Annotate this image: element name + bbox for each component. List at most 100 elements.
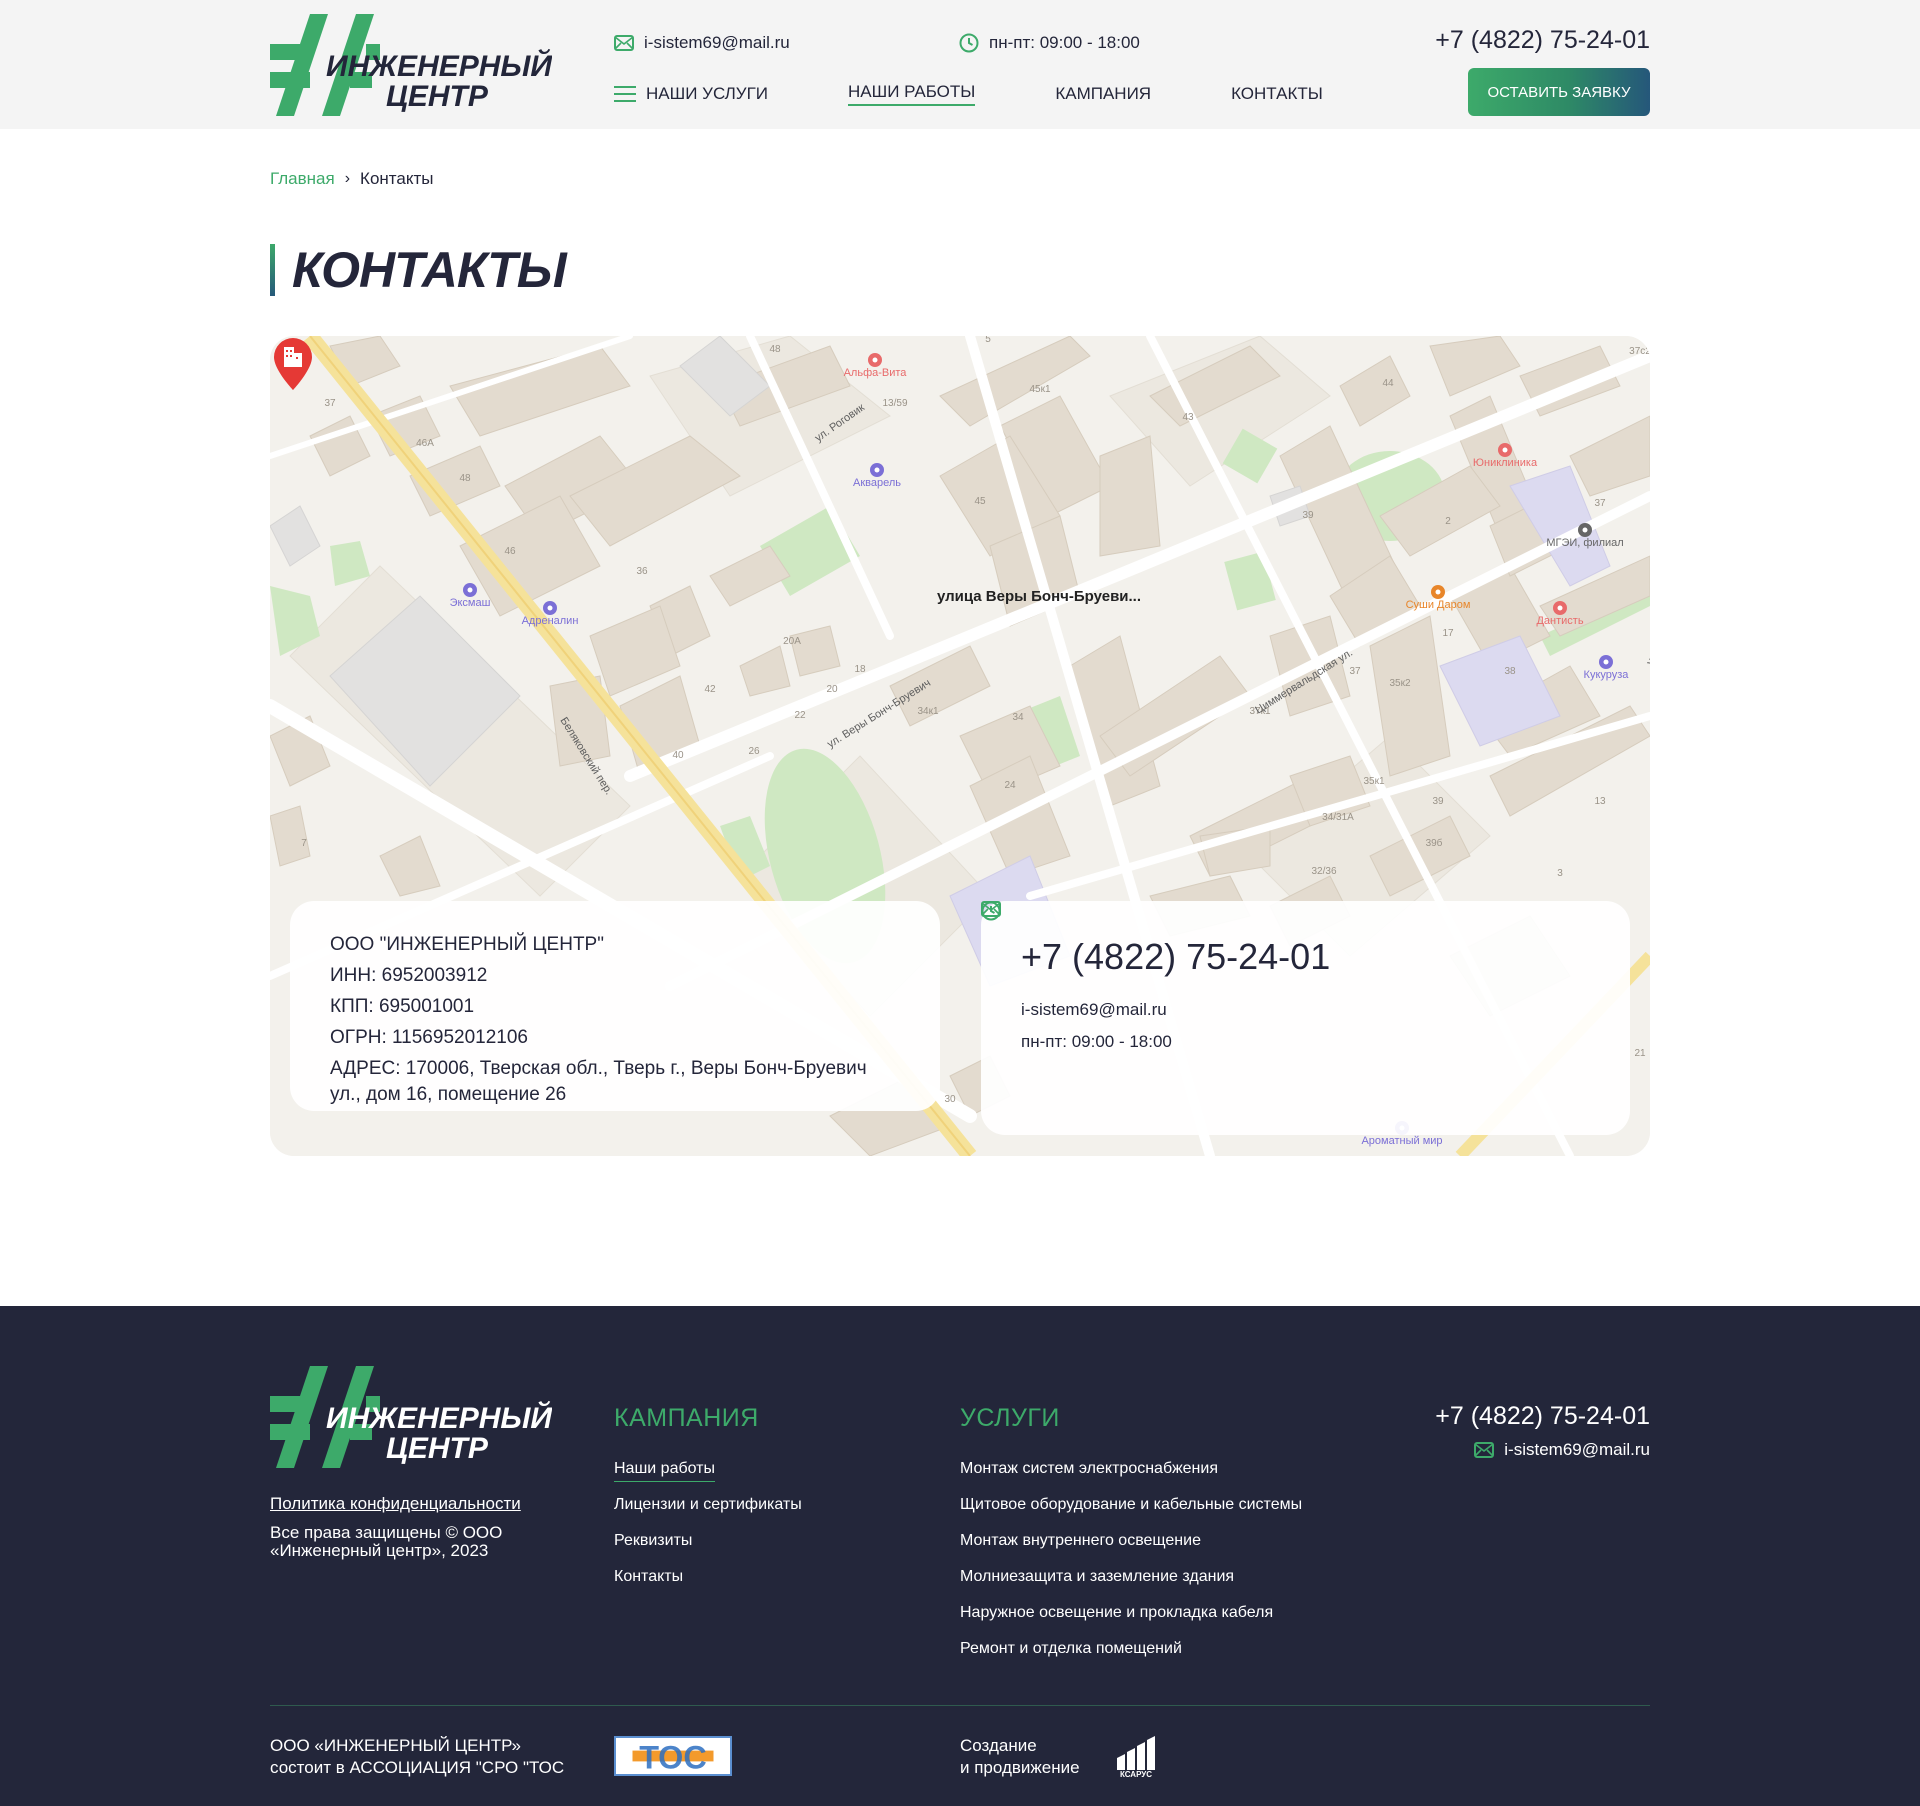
map-house-number: 34 (1012, 712, 1024, 723)
header-hours-text: пн-пт: 09:00 - 18:00 (989, 33, 1140, 52)
breadcrumb-current: Контакты (360, 169, 434, 188)
map-house-number: 13 (1594, 796, 1606, 807)
map-house-number: 37 (1594, 498, 1606, 509)
footer-link-requisites[interactable]: Реквизиты (614, 1532, 692, 1550)
map-house-number: 45 (974, 496, 986, 507)
site-header: ИНЖЕНЕРНЫЙ ЦЕНТР i-sistem69@mail.ru пн-п… (0, 0, 1920, 129)
map-house-number: 39 (1302, 510, 1314, 521)
contacts-phone[interactable]: +7 (4822) 75-24-01 (1021, 936, 1590, 978)
map-house-number: 46А (416, 438, 434, 449)
nav-contacts[interactable]: КОНТАКТЫ (1231, 84, 1323, 104)
requisites-address: АДРЕС: 170006, Тверская обл., Тверь г., … (330, 1058, 867, 1105)
footer-company-title: КАМПАНИЯ (614, 1404, 759, 1432)
contacts-card: +7 (4822) 75-24-01 i-sistem69@mail.ru пн… (981, 901, 1630, 1135)
map-pin-icon[interactable] (270, 336, 316, 392)
chevron-right-icon: › (344, 170, 351, 187)
map[interactable]: 48 37 46А 48 46 36 13/59 5 45к1 43 45 44 37с2 2 39 37 20… (270, 336, 1650, 1156)
map-house-number: 20 (826, 684, 838, 695)
clock-icon (981, 901, 1001, 921)
map-house-number: 13/59 (882, 398, 907, 409)
breadcrumb: Главная › Контакты (270, 169, 433, 189)
sro-line2: состоит в АССОЦИАЦИЯ "СРО "ТОС (270, 1758, 565, 1777)
footer-email[interactable]: i-sistem69@mail.ru (1474, 1440, 1650, 1460)
privacy-policy-link[interactable]: Политика конфиденциальности (270, 1494, 521, 1514)
footer-service-indoor-lighting[interactable]: Монтаж внутреннего освещение (960, 1532, 1201, 1550)
map-house-number: 39б (1426, 837, 1443, 849)
footer-divider (270, 1705, 1650, 1706)
dev-line2: и продвижение (960, 1758, 1080, 1777)
sro-line1: ООО «ИНЖЕНЕРНЫЙ ЦЕНТР» (270, 1736, 522, 1755)
map-house-number: 7 (301, 838, 307, 849)
footer-service-outdoor-lighting[interactable]: Наружное освещение и прокладка кабеля (960, 1604, 1273, 1622)
ksarus-logo[interactable]: КСАРУС (1113, 1736, 1159, 1778)
tos-logo-text: ТОС (639, 1740, 707, 1776)
map-house-number: 37с2 (1629, 346, 1650, 357)
header-hours: пн-пт: 09:00 - 18:00 (959, 33, 1140, 53)
site-logo[interactable]: ИНЖЕНЕРНЫЙ ЦЕНТР (270, 14, 552, 116)
footer-service-lightning-protection[interactable]: Молниезащита и заземление здания (960, 1568, 1234, 1586)
map-place-label: Дантисть (1536, 615, 1583, 627)
clock-icon (959, 33, 979, 53)
map-house-number: 48 (459, 473, 471, 484)
map-house-number: 46 (504, 546, 516, 557)
footer-logo-text-line2: ЦЕНТР (386, 1432, 489, 1465)
map-house-number: 48 (769, 344, 781, 355)
logo-text-line2: ЦЕНТР (386, 80, 489, 113)
nav-company[interactable]: КАМПАНИЯ (1055, 84, 1151, 104)
footer-service-repair[interactable]: Ремонт и отделка помещений (960, 1640, 1182, 1658)
map-place-label: Адреналин (522, 615, 579, 627)
map-house-number: 24 (1004, 780, 1016, 791)
map-house-number: 45к1 (1029, 384, 1050, 395)
site-footer: ИНЖЕНЕРНЫЙ ЦЕНТР Политика конфиденциальн… (0, 1306, 1920, 1806)
header-email-text: i-sistem69@mail.ru (644, 33, 790, 52)
map-place-label: Ароматный мир (1361, 1135, 1442, 1147)
map-house-number: 37 (324, 398, 336, 409)
nav-services[interactable]: НАШИ УСЛУГИ (614, 84, 768, 104)
requisites-inn: ИНН: 6952003912 (330, 965, 488, 986)
map-house-number: 21 (1634, 1048, 1646, 1059)
ksarus-logo-text: КСАРУС (1120, 1770, 1152, 1778)
developer-credit: Создание и продвижение (960, 1735, 1080, 1779)
footer-phone[interactable]: +7 (4822) 75-24-01 (1435, 1402, 1650, 1431)
map-place-label: Юниклиника (1473, 457, 1538, 469)
map-house-number: 32/36 (1311, 866, 1336, 877)
map-place-label: Альфа-Вита (844, 367, 908, 379)
map-place-label: Суши Даром (1406, 599, 1471, 611)
map-house-number: 37 (1349, 666, 1361, 677)
map-house-number: 20А (783, 636, 801, 647)
map-house-number: 44 (1382, 378, 1394, 389)
footer-service-switchboard[interactable]: Щитовое оборудование и кабельные системы (960, 1496, 1302, 1514)
map-house-number: 35к1 (1363, 776, 1384, 787)
mail-icon (1474, 1442, 1495, 1458)
map-pin-label[interactable]: улица Веры Бонч-Бруеви... (937, 588, 1141, 605)
map-house-number: 42 (704, 684, 716, 695)
leave-request-button[interactable]: ОСТАВИТЬ ЗАЯВКУ (1468, 68, 1650, 116)
header-phone[interactable]: +7 (4822) 75-24-01 (1435, 26, 1650, 55)
sro-membership: ООО «ИНЖЕНЕРНЫЙ ЦЕНТР» состоит в АССОЦИА… (270, 1735, 564, 1779)
main-nav: НАШИ УСЛУГИ НАШИ РАБОТЫ КАМПАНИЯ КОНТАКТ… (614, 82, 1403, 106)
mail-icon (614, 35, 634, 51)
contacts-hours-text: пн-пт: 09:00 - 18:00 (1021, 1032, 1172, 1051)
nav-works[interactable]: НАШИ РАБОТЫ (848, 82, 976, 106)
contacts-email[interactable]: i-sistem69@mail.ru (981, 901, 1590, 1020)
map-place-label: Кукуруза (1584, 669, 1630, 681)
dev-line1: Создание (960, 1736, 1037, 1755)
footer-link-licenses[interactable]: Лицензии и сертификаты (614, 1496, 802, 1514)
map-house-number: 34/31А (1322, 812, 1354, 823)
contacts-hours: пн-пт: 09:00 - 18:00 (981, 901, 1590, 1052)
map-house-number: 36 (636, 566, 648, 577)
footer-link-contacts[interactable]: Контакты (614, 1568, 683, 1586)
requisites-card: ООО "ИНЖЕНЕРНЫЙ ЦЕНТР" ИНН: 6952003912 К… (290, 901, 940, 1111)
map-house-number: 39 (1432, 796, 1444, 807)
map-house-number: 30 (944, 1094, 956, 1105)
breadcrumb-home[interactable]: Главная (270, 169, 335, 189)
footer-logo[interactable]: ИНЖЕНЕРНЫЙ ЦЕНТР (270, 1366, 552, 1468)
footer-link-works[interactable]: Наши работы (614, 1460, 716, 1482)
header-email[interactable]: i-sistem69@mail.ru (614, 33, 790, 53)
tos-logo[interactable]: ТОС (614, 1736, 732, 1776)
map-house-number: 35к2 (1389, 678, 1410, 689)
map-house-number: 22 (794, 710, 806, 721)
map-house-number: 40 (672, 750, 684, 761)
footer-service-power[interactable]: Монтаж систем электроснабжения (960, 1460, 1218, 1478)
nav-services-label: НАШИ УСЛУГИ (646, 84, 769, 103)
